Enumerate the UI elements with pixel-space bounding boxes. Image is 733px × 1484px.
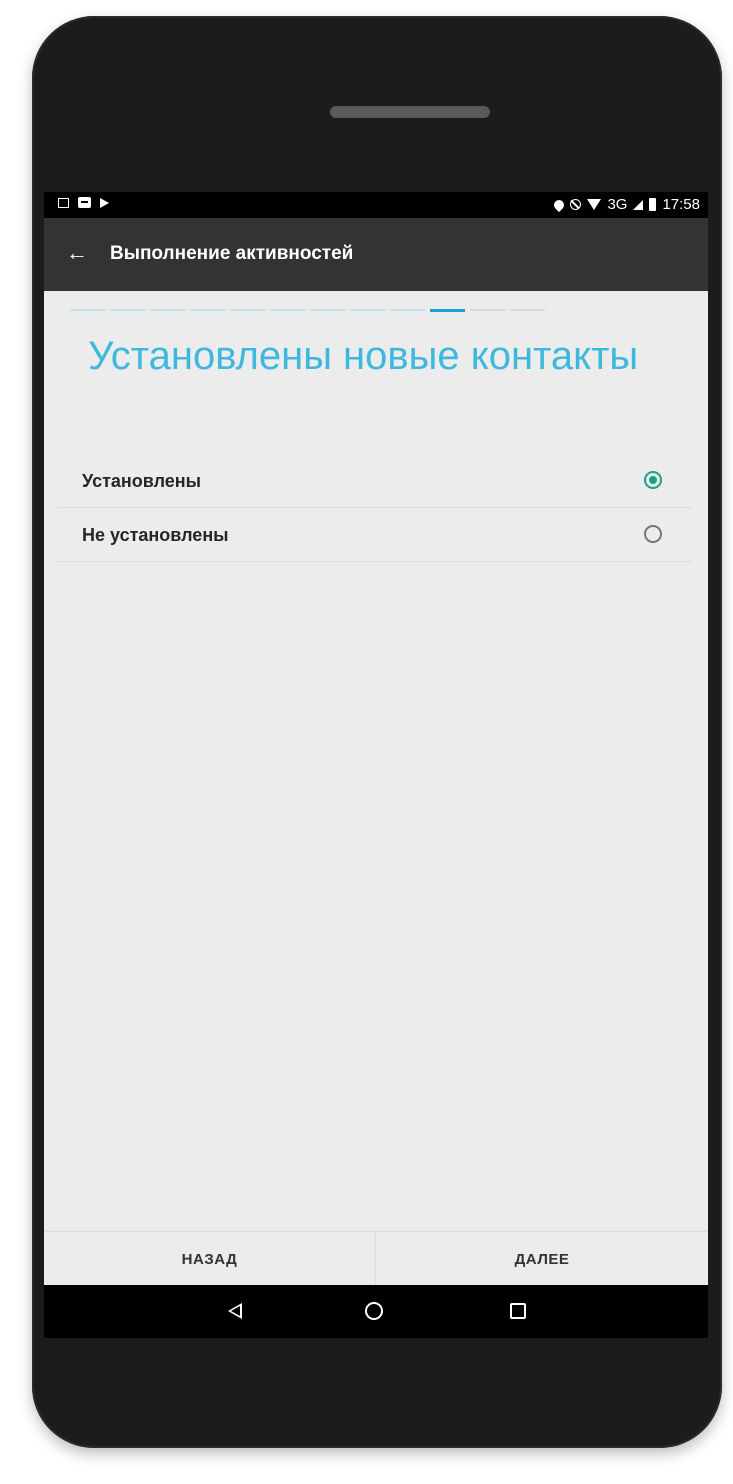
option-installed[interactable]: Установлены bbox=[58, 454, 692, 508]
wifi-icon bbox=[587, 199, 602, 210]
progress-step bbox=[270, 309, 305, 311]
battery-icon bbox=[649, 198, 657, 211]
progress-step bbox=[470, 309, 505, 311]
play-icon bbox=[100, 197, 109, 208]
progress-step bbox=[190, 309, 225, 311]
message-icon bbox=[78, 197, 91, 208]
radio-button[interactable] bbox=[644, 525, 662, 543]
status-bar: 3G 17:58 bbox=[44, 192, 708, 218]
progress-step bbox=[510, 309, 545, 311]
step-progress-indicator bbox=[70, 309, 550, 312]
image-icon bbox=[58, 197, 69, 208]
progress-step bbox=[110, 309, 145, 311]
nav-recent-icon[interactable] bbox=[510, 1303, 526, 1319]
status-left-icons bbox=[58, 197, 109, 208]
nav-back-icon[interactable] bbox=[228, 1303, 242, 1319]
progress-step bbox=[230, 309, 265, 311]
no-disturb-icon bbox=[570, 199, 582, 210]
location-icon bbox=[552, 197, 567, 212]
progress-step bbox=[150, 309, 185, 311]
footer-buttons: НАЗАД ДАЛЕЕ bbox=[44, 1231, 708, 1286]
status-time: 17:58 bbox=[662, 196, 700, 213]
progress-step bbox=[310, 309, 345, 311]
page-title: Установлены новые контакты bbox=[88, 334, 639, 378]
nav-home-icon[interactable] bbox=[365, 1302, 383, 1320]
option-not-installed[interactable]: Не установлены bbox=[58, 508, 692, 562]
radio-button[interactable] bbox=[644, 471, 662, 489]
system-nav-bar bbox=[44, 1285, 708, 1338]
arrow-left-icon[interactable]: ← bbox=[66, 242, 88, 264]
option-label: Не установлены bbox=[82, 525, 229, 545]
option-label: Установлены bbox=[82, 471, 202, 491]
app-bar: ← Выполнение активностей bbox=[44, 218, 708, 291]
next-button[interactable]: ДАЛЕЕ bbox=[376, 1232, 708, 1286]
progress-step-current bbox=[430, 309, 465, 312]
signal-icon bbox=[633, 199, 644, 210]
progress-step bbox=[70, 309, 105, 311]
status-right-icons: 3G 17:58 bbox=[552, 196, 700, 213]
phone-speaker bbox=[330, 106, 490, 118]
app-bar-title: Выполнение активностей bbox=[110, 243, 354, 264]
progress-step bbox=[390, 309, 425, 311]
back-button[interactable]: НАЗАД bbox=[44, 1232, 376, 1286]
progress-step bbox=[350, 309, 385, 311]
network-type: 3G bbox=[607, 196, 628, 213]
app-screen: 3G 17:58 ← Выполнение активностей Устано… bbox=[44, 192, 708, 1338]
